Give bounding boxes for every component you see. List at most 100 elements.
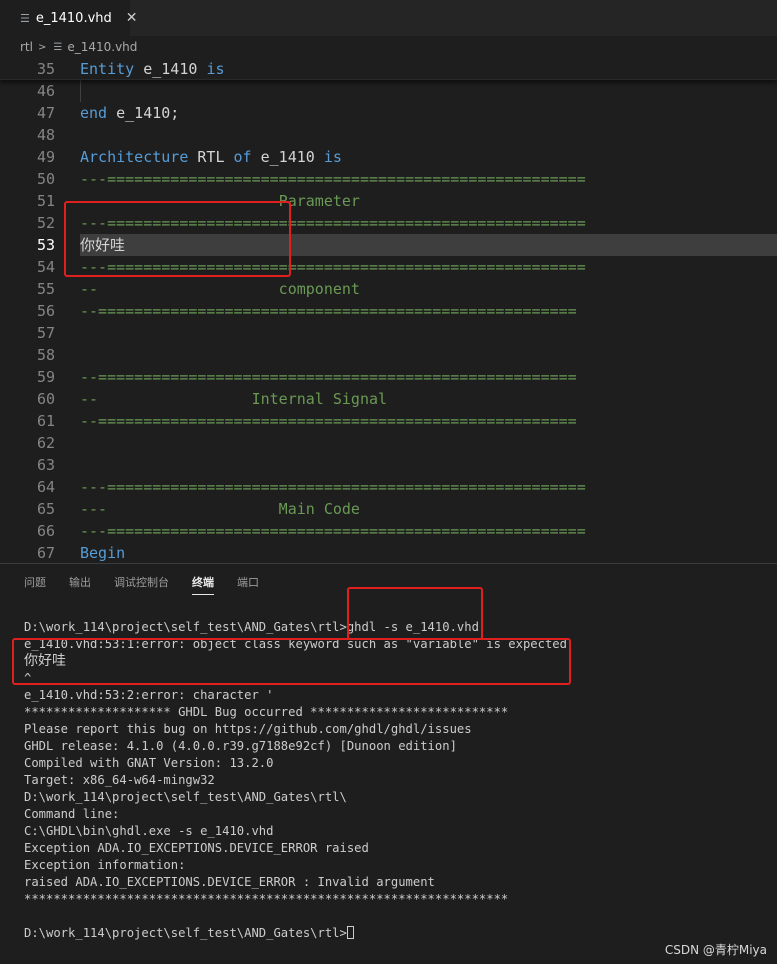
watermark: CSDN @青柠Miya (664, 943, 767, 957)
comment: -- Internal Signal (80, 390, 388, 408)
annotation-box-error (12, 638, 571, 685)
indent-guide (80, 80, 81, 102)
tab-terminal[interactable]: 终端 (192, 570, 214, 595)
line-number: 47 (36, 104, 55, 122)
line-number: 55 (36, 280, 55, 298)
identifier: e_1410; (107, 104, 180, 122)
terminal-line: Compiled with GNAT Version: 13.2.0 (24, 756, 274, 770)
terminal-line: ******************** GHDL Bug occurred *… (24, 705, 509, 719)
code-editor[interactable]: 35 Entity e_1410 is 46 47 end e_1410; 48… (0, 58, 777, 563)
line-number: 53 (36, 236, 55, 254)
code-line[interactable]: 57 (0, 322, 777, 344)
terminal-line: C:\GHDL\bin\ghdl.exe -s e_1410.vhd (24, 824, 274, 838)
code-line[interactable]: 58 (0, 344, 777, 366)
annotation-box-command (347, 587, 483, 640)
line-number: 64 (36, 478, 55, 496)
terminal-line: D:\work_114\project\self_test\AND_Gates\… (24, 925, 774, 942)
terminal-line: e_1410.vhd:53:2:error: character ' (24, 688, 274, 702)
line-number: 61 (36, 412, 55, 430)
line-number: 65 (36, 500, 55, 518)
identifier: RTL (188, 148, 234, 166)
editor-tab-bar: ☰ e_1410.vhd ✕ (0, 0, 777, 36)
line-number: 56 (36, 302, 55, 320)
code-line[interactable]: 59 --===================================… (0, 366, 777, 388)
terminal-line: Please report this bug on https://github… (24, 722, 472, 736)
identifier: e_1410 (251, 148, 324, 166)
comment: ---=====================================… (80, 478, 586, 496)
terminal-line: ****************************************… (24, 892, 509, 906)
code-line[interactable]: 50 ---==================================… (0, 168, 777, 190)
tab-problems[interactable]: 问题 (24, 570, 46, 594)
comment: -- component (80, 280, 360, 298)
code-line[interactable]: 64 ---==================================… (0, 476, 777, 498)
code-line[interactable]: 48 (0, 124, 777, 146)
line-number: 54 (36, 258, 55, 276)
comment: --======================================… (80, 412, 577, 430)
keyword: Entity (80, 60, 135, 78)
comment: ---=====================================… (80, 522, 586, 540)
line-number: 58 (36, 346, 55, 364)
code-line[interactable]: 66 ---==================================… (0, 520, 777, 542)
sticky-scroll-line[interactable]: 35 Entity e_1410 is (0, 58, 777, 80)
comment: --======================================… (80, 302, 577, 320)
breadcrumb-folder[interactable]: rtl (20, 40, 33, 54)
code-line[interactable]: 60 -- Internal Signal (0, 388, 777, 410)
code-line[interactable]: 55 -- component (0, 278, 777, 300)
keyword: is (323, 148, 342, 166)
code-line[interactable]: 62 (0, 432, 777, 454)
line-number: 50 (36, 170, 55, 188)
terminal-cursor (346, 926, 354, 939)
terminal-line: Exception information: (24, 858, 186, 872)
code-line[interactable]: 46 (0, 80, 777, 102)
line-number: 49 (36, 148, 55, 166)
line-number: 63 (36, 456, 55, 474)
identifier: e_1410 (134, 60, 207, 78)
code-line[interactable]: 56 --===================================… (0, 300, 777, 322)
tab-e-1410-vhd[interactable]: ☰ e_1410.vhd ✕ (0, 0, 138, 36)
tab-ports[interactable]: 端口 (237, 570, 259, 594)
file-lines-icon: ☰ (53, 41, 63, 53)
line-number: 66 (36, 522, 55, 540)
terminal-line: Target: x86_64-w64-mingw32 (24, 773, 215, 787)
terminal-prompt: D:\work_114\project\self_test\AND_Gates\… (24, 926, 347, 940)
comment: --======================================… (80, 368, 577, 386)
line-number: 62 (36, 434, 55, 452)
code-line[interactable]: 63 (0, 454, 777, 476)
code-line[interactable]: 49 Architecture RTL of e_1410 is (0, 146, 777, 168)
line-number: 52 (36, 214, 55, 232)
close-icon[interactable]: ✕ (126, 10, 138, 26)
keyword: is (206, 60, 225, 78)
line-number: 35 (36, 60, 55, 78)
terminal-line: raised ADA.IO_EXCEPTIONS.DEVICE_ERROR : … (24, 875, 435, 889)
breadcrumb-file[interactable]: e_1410.vhd (67, 40, 137, 54)
comment: ---=====================================… (80, 170, 586, 188)
terminal-line: D:\work_114\project\self_test\AND_Gates\… (24, 790, 347, 804)
line-number: 67 (36, 544, 55, 562)
code-line[interactable]: 47 end e_1410; (0, 102, 777, 124)
terminal-line: Command line: (24, 807, 120, 821)
line-number: 46 (36, 82, 55, 100)
code-line[interactable]: 65 --- Main Code (0, 498, 777, 520)
keyword: Architecture (80, 148, 189, 166)
comment: --- Main Code (80, 500, 360, 518)
line-number: 59 (36, 368, 55, 386)
code-line[interactable]: 67 Begin (0, 542, 777, 563)
tab-output[interactable]: 输出 (69, 570, 91, 594)
tab-title: e_1410.vhd (35, 10, 112, 26)
file-lines-icon: ☰ (20, 11, 30, 25)
keyword: of (233, 148, 252, 166)
line-number: 48 (36, 126, 55, 144)
line-number: 60 (36, 390, 55, 408)
tab-debug-console[interactable]: 调试控制台 (114, 570, 169, 594)
keyword: end (80, 104, 108, 122)
keyword: Begin (80, 544, 126, 562)
code-line[interactable]: 61 --===================================… (0, 410, 777, 432)
annotation-box-code (64, 201, 291, 277)
chevron-right-icon: > (37, 41, 47, 53)
breadcrumb: rtl > ☰ e_1410.vhd (0, 36, 777, 58)
terminal-line: Exception ADA.IO_EXCEPTIONS.DEVICE_ERROR… (24, 841, 369, 855)
line-number: 57 (36, 324, 55, 342)
terminal-line: GHDL release: 4.1.0 (4.0.0.r39.g7188e92c… (24, 739, 457, 753)
line-number: 51 (36, 192, 55, 210)
